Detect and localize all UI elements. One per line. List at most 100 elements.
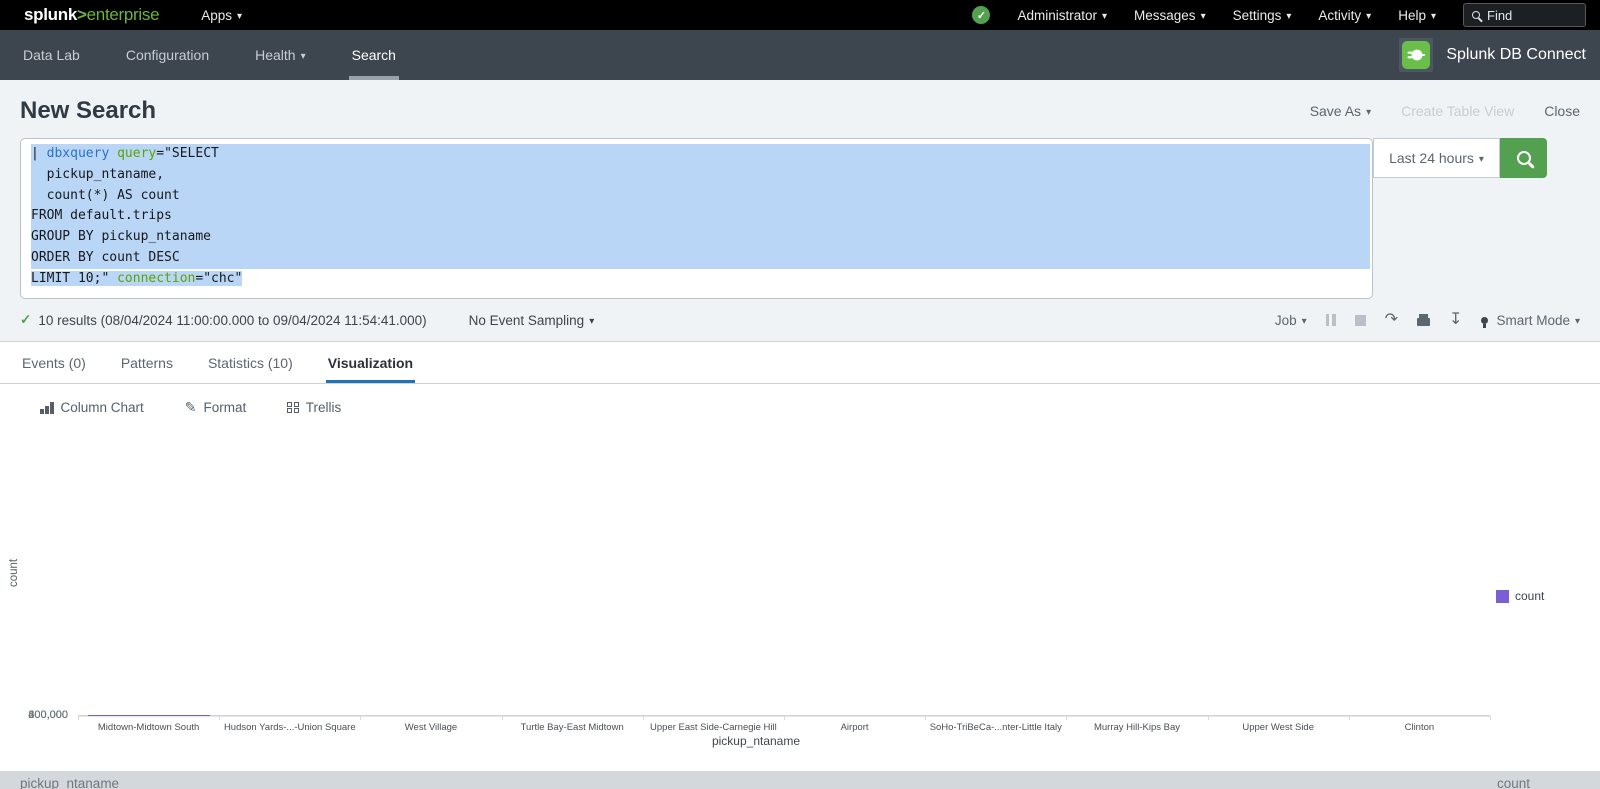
search-mode-selector[interactable]: Smart Mode bbox=[1481, 313, 1580, 328]
logo-gt-text: > bbox=[77, 5, 87, 24]
splunk-logo[interactable]: splunk>enterprise bbox=[24, 5, 159, 25]
job-menu[interactable]: Job bbox=[1275, 313, 1307, 328]
category-label: Hudson Yards-...-Union Square bbox=[219, 722, 360, 733]
stats-col-pickup-ntaname[interactable]: pickup_ntaname bbox=[20, 776, 119, 789]
x-tick bbox=[925, 716, 926, 720]
activity-menu-label: Activity bbox=[1318, 8, 1361, 23]
category-label: Turtle Bay-East Midtown bbox=[502, 722, 643, 733]
stats-col-count[interactable]: count bbox=[1497, 776, 1530, 789]
event-sampling-dropdown[interactable]: No Event Sampling bbox=[469, 313, 595, 328]
category-label: Midtown-Midtown South bbox=[78, 722, 219, 733]
query-token: GROUP BY pickup_ntaname bbox=[31, 229, 211, 244]
search-icon bbox=[1517, 151, 1531, 165]
db-connect-plug-icon bbox=[1402, 41, 1430, 69]
help-menu-label: Help bbox=[1398, 8, 1426, 23]
chevron-down-icon bbox=[1281, 8, 1291, 23]
x-tick bbox=[1349, 716, 1350, 720]
query-line: pickup_ntaname, bbox=[31, 165, 1370, 186]
save-as-button[interactable]: Save As bbox=[1310, 103, 1371, 119]
category-label: SoHo-TriBeCa-...nter-Little Italy bbox=[925, 722, 1066, 733]
tab-statistics-10[interactable]: Statistics (10) bbox=[206, 342, 295, 383]
chevron-down-icon bbox=[232, 8, 242, 23]
app-identity[interactable]: Splunk DB Connect bbox=[1399, 30, 1586, 80]
query-line: GROUP BY pickup_ntaname bbox=[31, 227, 1370, 248]
category-label: West Village bbox=[360, 722, 501, 733]
appnav-health[interactable]: Health bbox=[252, 30, 309, 80]
x-tick bbox=[78, 716, 79, 720]
settings-menu[interactable]: Settings bbox=[1233, 8, 1292, 23]
chevron-down-icon bbox=[1361, 8, 1371, 23]
trellis-grid-icon bbox=[287, 402, 299, 414]
x-tick bbox=[643, 716, 644, 720]
pause-job-button[interactable] bbox=[1326, 314, 1336, 326]
query-line: | dbxquery query="SELECT bbox=[31, 144, 1370, 165]
chevron-down-icon bbox=[1570, 313, 1580, 328]
chart-plot-area bbox=[78, 459, 1490, 716]
x-tick bbox=[502, 716, 503, 720]
app-name: Splunk DB Connect bbox=[1446, 46, 1586, 64]
stop-job-button[interactable] bbox=[1355, 315, 1366, 326]
logo-splunk-text: splunk bbox=[24, 5, 77, 24]
time-range-label: Last 24 hours bbox=[1389, 150, 1474, 166]
search-submit-button[interactable] bbox=[1500, 138, 1547, 178]
query-token: dbxquery bbox=[47, 146, 110, 161]
column-chart: count pickup_ntaname count 200,000400,00… bbox=[0, 429, 1600, 760]
query-token: pickup_ntaname, bbox=[31, 167, 164, 182]
format-button[interactable]: Format bbox=[185, 399, 247, 416]
create-table-view-button[interactable]: Create Table View bbox=[1401, 103, 1514, 119]
success-check-icon: ✓ bbox=[20, 312, 31, 328]
db-connect-icon-tile bbox=[1399, 38, 1433, 72]
x-tick bbox=[1490, 716, 1491, 720]
legend-label: count bbox=[1515, 589, 1544, 603]
tab-patterns[interactable]: Patterns bbox=[119, 342, 175, 383]
tab-events-0[interactable]: Events (0) bbox=[20, 342, 88, 383]
results-tabs: Events (0) Patterns Statistics (10) Visuali… bbox=[0, 342, 1600, 384]
time-range-picker[interactable]: Last 24 hours bbox=[1373, 138, 1500, 178]
messages-menu[interactable]: Messages bbox=[1134, 8, 1206, 23]
settings-menu-label: Settings bbox=[1233, 8, 1282, 23]
category-label: Upper East Side-Carnegie Hill bbox=[643, 722, 784, 733]
chart-legend[interactable]: count bbox=[1496, 589, 1544, 603]
query-token: ORDER BY count DESC bbox=[31, 250, 180, 265]
topbar-right-menus: ✓ Administrator Messages Settings Activity H… bbox=[972, 3, 1586, 27]
query-token: query bbox=[117, 146, 156, 161]
administrator-menu-label: Administrator bbox=[1017, 8, 1097, 23]
chevron-down-icon bbox=[1196, 8, 1206, 23]
query-token: count(*) AS count bbox=[31, 188, 180, 203]
app-navbar: Data Lab Configuration Health Search Splunk… bbox=[0, 30, 1600, 80]
query-line: LIMIT 10;" connection="chc" bbox=[31, 269, 1370, 290]
chart-type-picker[interactable]: Column Chart bbox=[40, 400, 144, 415]
messages-menu-label: Messages bbox=[1134, 8, 1196, 23]
splunk-topbar: splunk>enterprise Apps ✓ Administrator Me… bbox=[0, 0, 1600, 30]
administrator-menu[interactable]: Administrator bbox=[1017, 8, 1107, 23]
appnav-label: Data Lab bbox=[23, 47, 80, 63]
print-button[interactable] bbox=[1417, 315, 1430, 326]
trellis-button[interactable]: Trellis bbox=[287, 400, 341, 415]
export-button[interactable]: ↧ bbox=[1449, 314, 1462, 326]
health-status-icon[interactable]: ✓ bbox=[972, 6, 990, 24]
find-input[interactable] bbox=[1487, 8, 1567, 23]
chart-type-label: Column Chart bbox=[61, 400, 144, 415]
share-job-button[interactable]: ↷ bbox=[1385, 314, 1398, 326]
appnav-configuration[interactable]: Configuration bbox=[123, 30, 212, 80]
tab-visualization[interactable]: Visualization bbox=[326, 342, 415, 383]
activity-menu[interactable]: Activity bbox=[1318, 8, 1371, 23]
trellis-label: Trellis bbox=[306, 400, 342, 415]
x-tick bbox=[1208, 716, 1209, 720]
find-search-box[interactable] bbox=[1463, 3, 1586, 27]
appnav-data-lab[interactable]: Data Lab bbox=[20, 30, 83, 80]
legend-swatch bbox=[1496, 590, 1509, 603]
apps-menu[interactable]: Apps bbox=[201, 8, 242, 23]
query-token: ="chc" bbox=[195, 271, 242, 286]
query-token: ="SELECT bbox=[156, 146, 219, 161]
page-title: New Search bbox=[20, 97, 156, 125]
close-button[interactable]: Close bbox=[1544, 103, 1580, 119]
chevron-down-icon bbox=[1474, 150, 1484, 166]
help-menu[interactable]: Help bbox=[1398, 8, 1436, 23]
chevron-down-icon bbox=[296, 47, 306, 63]
category-label: Airport bbox=[784, 722, 925, 733]
appnav-search[interactable]: Search bbox=[349, 30, 399, 80]
logo-enterprise-text: enterprise bbox=[87, 5, 160, 24]
search-query-input[interactable]: | dbxquery query="SELECT pickup_ntaname,… bbox=[20, 138, 1373, 299]
event-sampling-label: No Event Sampling bbox=[469, 313, 585, 328]
